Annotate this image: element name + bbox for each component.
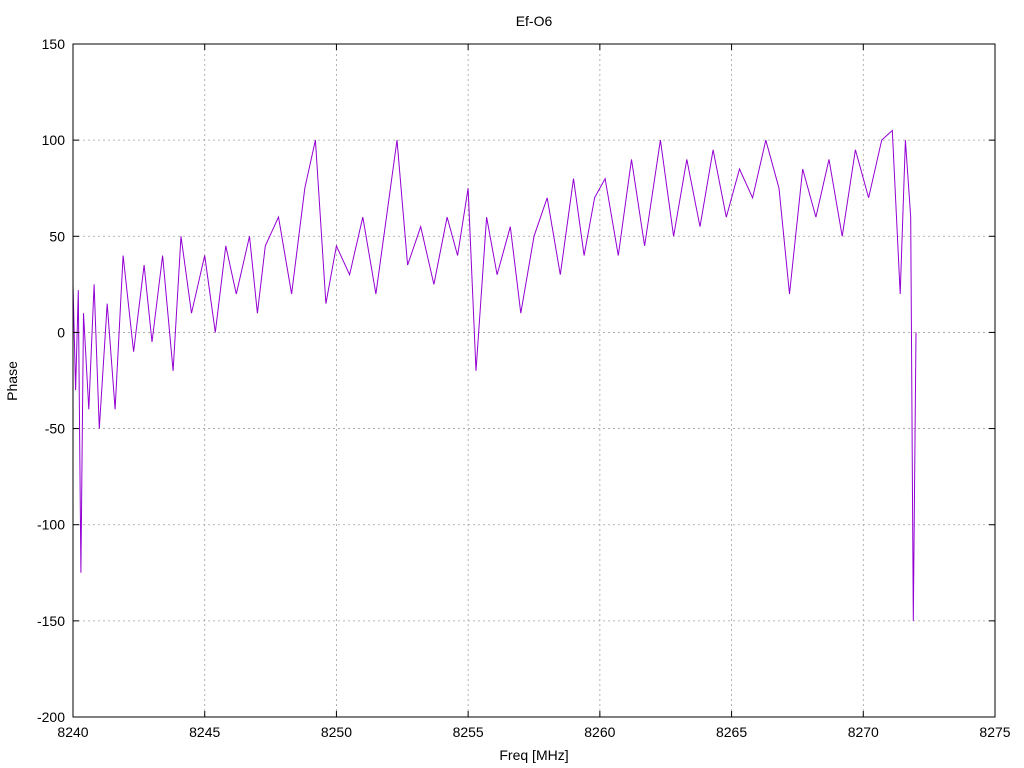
y-axis-title: Phase (4, 361, 20, 401)
x-axis-ticks: 8240 8245 8250 8255 8260 8265 8270 8275 (57, 44, 1011, 740)
x-tick-label: 8260 (584, 724, 615, 740)
phase-line-chart: 8240 8245 8250 8255 8260 8265 8270 8275 -200 -15… (4, 13, 1011, 763)
y-tick-label: 0 (57, 324, 65, 340)
y-tick-label: 50 (49, 228, 65, 244)
x-axis-title: Freq [MHz] (499, 747, 568, 763)
plot-area (72, 129, 917, 621)
x-tick-label: 8250 (321, 724, 352, 740)
plot-frame (72, 43, 996, 718)
x-tick-label: 8270 (848, 724, 879, 740)
x-tick-label: 8255 (453, 724, 484, 740)
series-line-phase (72, 129, 917, 621)
x-tick-label: 8245 (189, 724, 220, 740)
chart-title: Ef-O6 (516, 13, 553, 29)
y-tick-label: -50 (45, 421, 65, 437)
grid-lines (73, 44, 995, 717)
y-tick-label: -100 (37, 517, 65, 533)
y-tick-label: -150 (37, 613, 65, 629)
x-tick-label: 8275 (979, 724, 1010, 740)
y-tick-label: 100 (42, 132, 66, 148)
y-axis-ticks: -200 -150 -100 -50 0 50 100 150 (37, 36, 995, 725)
y-tick-label: 150 (42, 36, 66, 52)
x-tick-label: 8265 (716, 724, 747, 740)
y-tick-label: -200 (37, 709, 65, 725)
x-tick-label: 8240 (57, 724, 88, 740)
